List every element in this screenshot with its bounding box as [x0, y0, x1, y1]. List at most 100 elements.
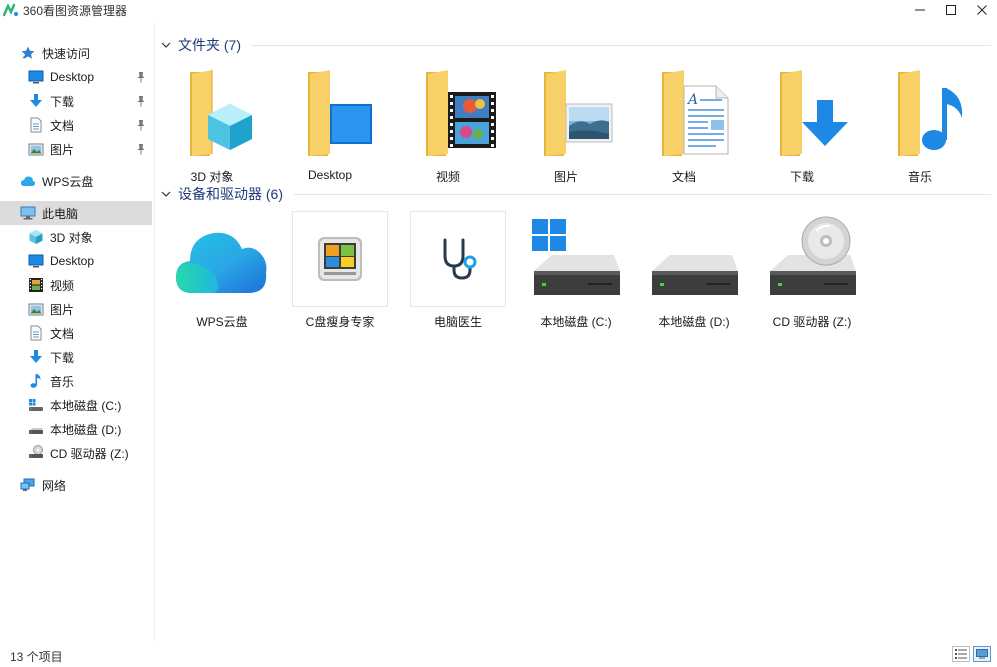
sidebar-item-label: CD 驱动器 (Z:)	[50, 446, 129, 461]
folder-tile-pictures[interactable]: 图片	[518, 66, 614, 185]
content-pane: 文件夹 (7) 3D 对象 Desktop 视频 图片 A 文档 下载 音乐 设…	[156, 22, 997, 642]
sidebar-item-label: 视频	[50, 278, 75, 293]
sidebar-item-label: 下载	[50, 350, 75, 365]
folder-tile-downloads[interactable]: 下载	[754, 66, 850, 185]
device-tile-local-disk-d[interactable]: 本地磁盘 (D:)	[646, 211, 742, 330]
sidebar-item-documents-pinned[interactable]: 文档	[0, 113, 152, 137]
sidebar-item-label: 图片	[50, 142, 75, 157]
network-icon	[20, 477, 36, 493]
sidebar-item-quick-access[interactable]: 快速访问	[0, 41, 152, 65]
folder-tile-documents[interactable]: A 文档	[636, 66, 732, 185]
device-tile-local-disk-c[interactable]: 本地磁盘 (C:)	[528, 211, 624, 330]
sidebar-item-documents[interactable]: 文档	[0, 321, 152, 345]
devices-group-header[interactable]: 设备和驱动器 (6)	[160, 184, 283, 204]
picture-icon	[28, 141, 44, 157]
tile-label: 下载	[789, 170, 814, 184]
sidebar-item-label: Desktop	[50, 254, 95, 268]
sidebar-item-downloads[interactable]: 下载	[0, 345, 152, 369]
sidebar-item-pictures[interactable]: 图片	[0, 297, 152, 321]
tile-label: 音乐	[907, 170, 932, 184]
sidebar-item-local-disk-d[interactable]: 本地磁盘 (D:)	[0, 417, 152, 441]
stethoscope-icon	[410, 211, 506, 307]
folder-tile-music[interactable]: 音乐	[872, 66, 968, 185]
tile-label: WPS云盘	[196, 315, 248, 329]
close-icon	[977, 5, 987, 15]
folder-tile-desktop[interactable]: Desktop	[282, 66, 378, 182]
cd-drive-icon	[28, 445, 44, 461]
sidebar-item-label: Desktop	[50, 70, 95, 84]
device-tile-wps-cloud[interactable]: WPS云盘	[174, 211, 270, 330]
star-icon	[20, 45, 36, 61]
minimize-button[interactable]	[903, 0, 937, 20]
disk-cleanup-icon	[292, 211, 388, 307]
sidebar-item-wps-cloud[interactable]: WPS云盘	[0, 169, 152, 193]
tile-label: 3D 对象	[190, 170, 234, 184]
device-tile-pc-doctor[interactable]: 电脑医生	[410, 211, 506, 330]
app-logo-icon	[3, 3, 18, 17]
status-bar: 13 个项目	[0, 642, 997, 667]
computer-icon	[20, 205, 36, 221]
sidebar-item-label: 此电脑	[42, 206, 79, 221]
folder-music-icon	[872, 66, 968, 162]
sidebar-item-local-disk-c[interactable]: 本地磁盘 (C:)	[0, 393, 152, 417]
sidebar-item-desktop[interactable]: Desktop	[0, 249, 152, 273]
device-tile-c-disk-cleanup[interactable]: C盘瘦身专家	[292, 211, 388, 330]
large-icons-view-icon	[976, 649, 988, 659]
sidebar-item-videos[interactable]: 视频	[0, 273, 152, 297]
sidebar-item-music[interactable]: 音乐	[0, 369, 152, 393]
music-note-icon	[28, 373, 44, 389]
tile-label: 电脑医生	[433, 315, 482, 329]
pin-icon[interactable]	[136, 119, 146, 131]
window-title: 360看图资源管理器	[23, 4, 128, 18]
maximize-icon	[946, 5, 956, 15]
chevron-down-icon	[161, 42, 171, 48]
cloud-icon	[20, 173, 36, 189]
sidebar-item-network[interactable]: 网络	[0, 473, 152, 497]
tile-label: 本地磁盘 (D:)	[658, 315, 730, 329]
folder-videos-icon	[400, 66, 496, 162]
sidebar-item-label: 3D 对象	[50, 230, 93, 245]
sidebar-item-3d-objects[interactable]: 3D 对象	[0, 225, 152, 249]
sidebar-item-pictures-pinned[interactable]: 图片	[0, 137, 152, 161]
sidebar-item-desktop-pinned[interactable]: Desktop	[0, 65, 152, 89]
sidebar-item-this-pc[interactable]: 此电脑	[0, 201, 152, 225]
drive-icon	[28, 421, 44, 437]
maximize-button[interactable]	[934, 0, 968, 20]
tile-label: 文档	[671, 170, 696, 184]
desktop-icon	[28, 253, 44, 269]
folder-tile-3d-objects[interactable]: 3D 对象	[164, 66, 260, 185]
group-divider	[251, 45, 991, 46]
minimize-icon	[915, 9, 925, 11]
film-icon	[28, 277, 44, 293]
tile-label: CD 驱动器 (Z:)	[772, 315, 852, 329]
download-arrow-icon	[28, 349, 44, 365]
drive-icon	[646, 211, 742, 307]
close-button[interactable]	[965, 0, 997, 20]
svg-text:A: A	[686, 92, 698, 108]
folder-desktop-icon	[282, 66, 378, 162]
wps-cloud-icon	[174, 211, 270, 307]
sidebar-item-downloads-pinned[interactable]: 下载	[0, 89, 152, 113]
pin-icon[interactable]	[136, 143, 146, 155]
sidebar-item-label: 本地磁盘 (D:)	[50, 422, 122, 437]
sidebar-item-label: 音乐	[50, 374, 75, 389]
sidebar-item-cd-drive-z[interactable]: CD 驱动器 (Z:)	[0, 441, 152, 465]
sidebar-item-label: 网络	[42, 478, 67, 493]
pin-icon[interactable]	[136, 71, 146, 83]
details-view-button[interactable]	[952, 646, 970, 662]
sidebar-item-label: 下载	[50, 94, 75, 109]
title-bar: 360看图资源管理器	[0, 0, 997, 22]
navigation-pane: 快速访问 Desktop 下载 文档 图片 WPS云盘 此电脑 3D 对象 De…	[0, 22, 155, 642]
windows-drive-icon	[28, 397, 44, 413]
folder-documents-icon: A	[636, 66, 732, 162]
large-icons-view-button[interactable]	[973, 646, 991, 662]
pin-icon[interactable]	[136, 95, 146, 107]
folders-group-header[interactable]: 文件夹 (7)	[160, 35, 241, 55]
sidebar-item-label: 快速访问	[42, 46, 91, 61]
item-count: 13 个项目	[10, 650, 63, 664]
folder-tile-videos[interactable]: 视频	[400, 66, 496, 185]
document-icon	[28, 117, 44, 133]
device-tile-cd-drive-z[interactable]: CD 驱动器 (Z:)	[764, 211, 860, 330]
sidebar-item-label: 文档	[50, 326, 75, 341]
tile-label: 图片	[553, 170, 578, 184]
